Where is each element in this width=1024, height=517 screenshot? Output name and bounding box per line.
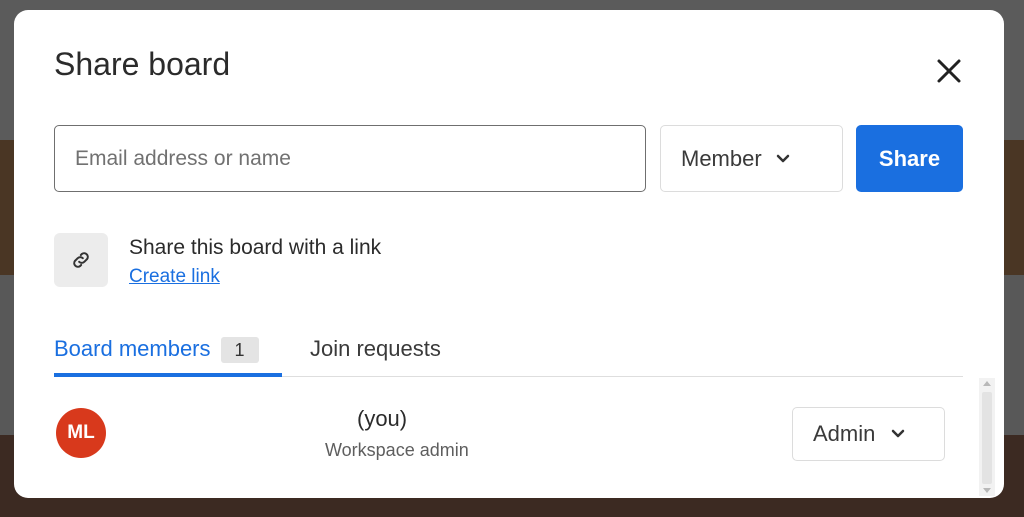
member-subtitle: Workspace admin xyxy=(325,440,469,460)
member-role-dropdown[interactable]: Admin xyxy=(792,407,945,461)
scrollbar-thumb[interactable] xyxy=(982,392,992,484)
dialog-title: Share board xyxy=(54,46,231,82)
close-button[interactable] xyxy=(932,54,966,88)
close-icon xyxy=(937,59,961,83)
share-board-dialog: Share board Member Share Share this boar… xyxy=(14,10,1004,498)
scroll-up-icon[interactable] xyxy=(983,381,991,386)
tab-board-members[interactable]: Board members 1 xyxy=(54,335,282,377)
chevron-down-icon xyxy=(891,429,905,439)
share-link-title: Share this board with a link xyxy=(129,236,382,259)
members-scrollbar[interactable] xyxy=(979,378,995,496)
member-count-badge: 1 xyxy=(220,337,259,363)
create-link-button[interactable]: Create link xyxy=(129,266,220,288)
link-icon xyxy=(54,233,108,287)
email-input[interactable] xyxy=(54,125,646,192)
scroll-down-icon[interactable] xyxy=(983,488,991,493)
member-row: ML (you) Workspace admin Admin xyxy=(54,402,963,462)
tab-label: Board members xyxy=(54,336,211,361)
invite-role-label: Member xyxy=(681,145,762,171)
chevron-down-icon xyxy=(776,154,790,164)
share-button[interactable]: Share xyxy=(856,125,963,192)
tab-join-requests[interactable]: Join requests xyxy=(310,335,441,377)
member-role-label: Admin xyxy=(813,421,876,446)
avatar: ML xyxy=(56,408,106,458)
tab-label: Join requests xyxy=(310,336,441,361)
member-tabs: Board members 1 Join requests xyxy=(54,335,963,377)
member-name: (you) xyxy=(357,406,408,431)
invite-role-dropdown[interactable]: Member xyxy=(660,125,843,192)
